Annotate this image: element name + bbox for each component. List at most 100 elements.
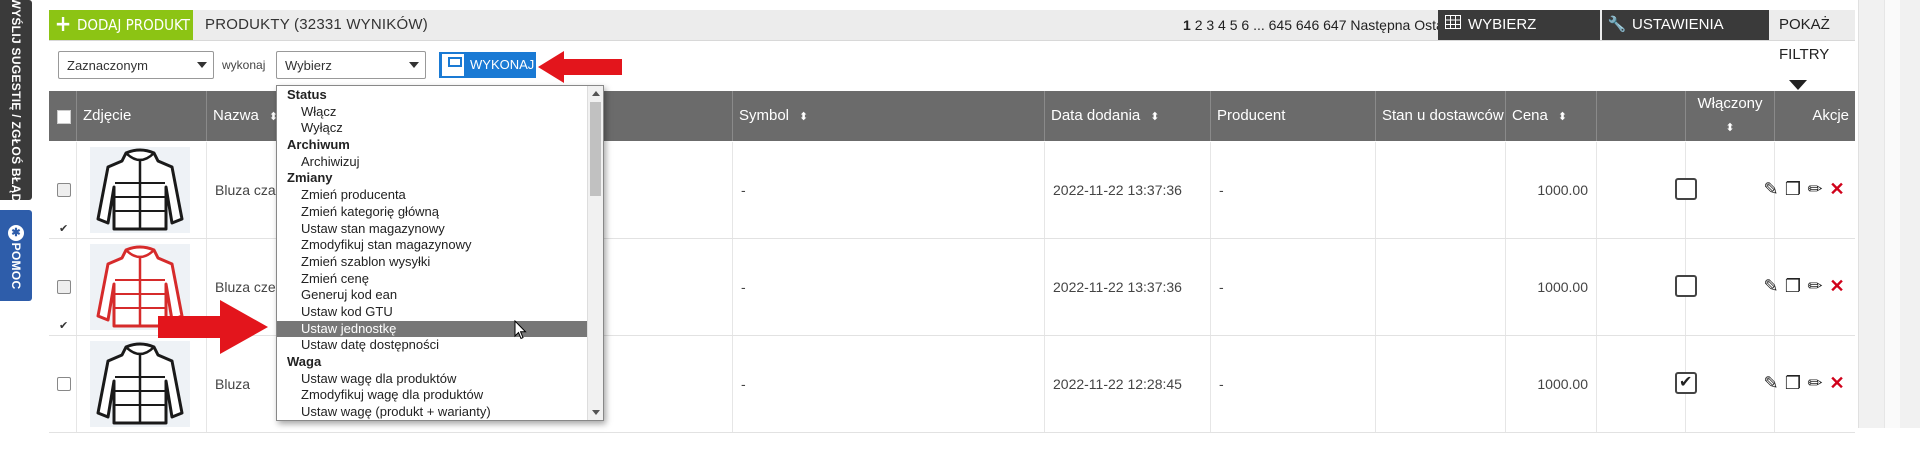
- dropdown-option[interactable]: Ustaw wagę (produkt + warianty): [277, 404, 587, 420]
- dropdown-option[interactable]: Ustaw stan magazynowy: [277, 221, 587, 238]
- dropdown-option[interactable]: Zmień cenę: [277, 271, 587, 288]
- page-links[interactable]: 2 3 4 5 6 ... 645 646 647 Następna Ostat…: [1195, 17, 1467, 33]
- red-arrow-left-icon: [538, 51, 622, 87]
- add-product-button[interactable]: + DODAJ PRODUKT: [49, 10, 193, 40]
- product-name[interactable]: Bluza: [215, 376, 250, 392]
- delete-icon[interactable]: ✕: [1826, 373, 1848, 393]
- col-date[interactable]: Data dodania ⬍: [1045, 91, 1211, 141]
- price-cell: 1000.00: [1506, 336, 1597, 432]
- dropdown-option[interactable]: Zmień producenta: [277, 187, 587, 204]
- feedback-tab[interactable]: WYŚLIJ SUGESTIĘ / ZGŁOŚ BŁĄD: [0, 0, 32, 203]
- col-actions-label: Akcje: [1812, 107, 1849, 124]
- bulk-action-listbox[interactable]: Status Włącz Wyłącz Archiwum Archiwizuj Zmian…: [276, 85, 604, 421]
- col-photo: Zdjęcie: [77, 91, 207, 141]
- copy-icon[interactable]: ❐: [1782, 179, 1804, 199]
- dropdown-option[interactable]: Wyłącz: [277, 120, 587, 137]
- help-tab-label: POMOC: [9, 242, 23, 290]
- col-actions: Akcje: [1775, 91, 1855, 141]
- listbox-scroll-thumb[interactable]: [590, 102, 601, 196]
- delete-icon[interactable]: ✕: [1826, 276, 1848, 296]
- show-filters-button[interactable]: POKAŻ FILTRY: [1779, 10, 1855, 100]
- edit-pencil-icon[interactable]: ✏: [1804, 179, 1826, 199]
- settings-button[interactable]: 🔧 USTAWIENIA: [1602, 10, 1769, 40]
- caret-down-icon: [1789, 80, 1807, 91]
- symbol-cell: -: [733, 239, 1045, 335]
- blank-cell: [1597, 336, 1686, 432]
- edit-pencil-icon[interactable]: ✏: [1804, 276, 1826, 296]
- col-symbol[interactable]: Symbol ⬍: [733, 91, 1045, 141]
- enabled-checkbox[interactable]: [1675, 178, 1697, 200]
- price-value: 1000.00: [1537, 376, 1588, 392]
- copy-icon[interactable]: ❐: [1782, 276, 1804, 296]
- delete-icon[interactable]: ✕: [1826, 179, 1848, 199]
- producer-cell: -: [1211, 239, 1376, 335]
- dropdown-option[interactable]: Ustaw datę dostępności: [277, 337, 587, 354]
- blank-cell: [1597, 142, 1686, 238]
- row-checkbox[interactable]: [57, 181, 71, 277]
- symbol-cell: -: [733, 336, 1045, 432]
- dropdown-option[interactable]: Ustaw kod GTU: [277, 304, 587, 321]
- product-name[interactable]: Bluza cze: [215, 279, 276, 295]
- product-thumbnail[interactable]: [90, 147, 190, 233]
- col-blank: [1597, 91, 1686, 141]
- stock-cell: [1376, 239, 1506, 335]
- product-count: PRODUKTY (32331 WYNIKÓW): [205, 16, 428, 33]
- bulk-action-options: Status Włącz Wyłącz Archiwum Archiwizuj Zmian…: [277, 87, 587, 420]
- table-grid-icon: [1438, 10, 1468, 40]
- current-page: 1: [1183, 17, 1191, 33]
- scope-select[interactable]: Zaznaczonym: [58, 51, 214, 79]
- execute-button[interactable]: WYKONAJ: [439, 52, 536, 78]
- row-checkbox[interactable]: [57, 278, 71, 374]
- stock-cell: [1376, 336, 1506, 432]
- choose-columns-button[interactable]: WYBIERZ KOLUMNY: [1438, 10, 1600, 63]
- dropdown-option[interactable]: Ustaw jednostkę: [277, 320, 587, 338]
- date-cell: 2022-11-22 13:37:36: [1045, 239, 1211, 335]
- settings-label: USTAWIENIA: [1632, 16, 1724, 33]
- dropdown-option[interactable]: Generuj kod ean: [277, 287, 587, 304]
- dropdown-option[interactable]: Zmień szablon wysyłki: [277, 254, 587, 271]
- price-cell: 1000.00: [1506, 239, 1597, 335]
- dropdown-option[interactable]: Archiwizuj: [277, 154, 587, 171]
- date-added: 2022-11-22 13:37:36: [1053, 279, 1182, 295]
- sort-icon[interactable]: ⬍: [1686, 119, 1774, 137]
- col-price[interactable]: Cena ⬍: [1506, 91, 1597, 141]
- scroll-up-icon[interactable]: [592, 91, 600, 96]
- plus-icon: +: [54, 12, 72, 37]
- notes-icon[interactable]: ✎: [1760, 373, 1782, 393]
- dropdown-option[interactable]: Zmodyfikuj stan magazynowy: [277, 237, 587, 254]
- dropdown-option[interactable]: Włącz: [277, 104, 587, 121]
- edit-pencil-icon[interactable]: ✏: [1804, 373, 1826, 393]
- sort-icon[interactable]: ⬍: [1558, 111, 1567, 123]
- symbol-cell: -: [733, 142, 1045, 238]
- col-stock-label: Stan u dostawców: [1382, 107, 1504, 124]
- select-all-checkbox[interactable]: [57, 110, 71, 124]
- product-symbol: -: [741, 376, 746, 392]
- sort-icon[interactable]: ⬍: [799, 111, 808, 123]
- scroll-down-icon[interactable]: [592, 410, 600, 415]
- page-scrollbar[interactable]: [1884, 0, 1900, 428]
- col-enabled[interactable]: Włączony ⬍: [1686, 91, 1775, 141]
- help-tab[interactable]: ✱ POMOC: [0, 210, 32, 301]
- dropdown-option[interactable]: Ustaw wagę dla produktów: [277, 371, 587, 388]
- pagination[interactable]: 1 2 3 4 5 6 ... 645 646 647 Następna Ost…: [1183, 10, 1466, 40]
- row-checkbox[interactable]: [57, 377, 71, 391]
- select-all-cell: [49, 91, 77, 141]
- copy-icon[interactable]: ❐: [1782, 373, 1804, 393]
- date-added: 2022-11-22 12:28:45: [1053, 376, 1182, 392]
- enabled-checkbox[interactable]: [1675, 372, 1697, 394]
- col-stock: Stan u dostawców: [1376, 91, 1506, 141]
- feedback-tab-label: WYŚLIJ SUGESTIĘ / ZGŁOŚ BŁĄD: [9, 0, 23, 203]
- product-name[interactable]: Bluza cza: [215, 182, 276, 198]
- listbox-scrollbar[interactable]: [587, 86, 603, 420]
- notes-icon[interactable]: ✎: [1760, 276, 1782, 296]
- chevron-down-icon: [409, 62, 419, 68]
- dropdown-option[interactable]: Zmodyfikuj wagę dla produktów: [277, 387, 587, 404]
- enabled-checkbox[interactable]: [1675, 275, 1697, 297]
- sort-icon[interactable]: ⬍: [1150, 111, 1159, 123]
- col-enabled-label: Włączony: [1697, 95, 1763, 112]
- notes-icon[interactable]: ✎: [1760, 179, 1782, 199]
- col-price-label: Cena: [1512, 107, 1548, 124]
- bulk-action-select[interactable]: Wybierz: [276, 51, 426, 79]
- producer-value: -: [1219, 182, 1224, 198]
- dropdown-option[interactable]: Zmień kategorię główną: [277, 204, 587, 221]
